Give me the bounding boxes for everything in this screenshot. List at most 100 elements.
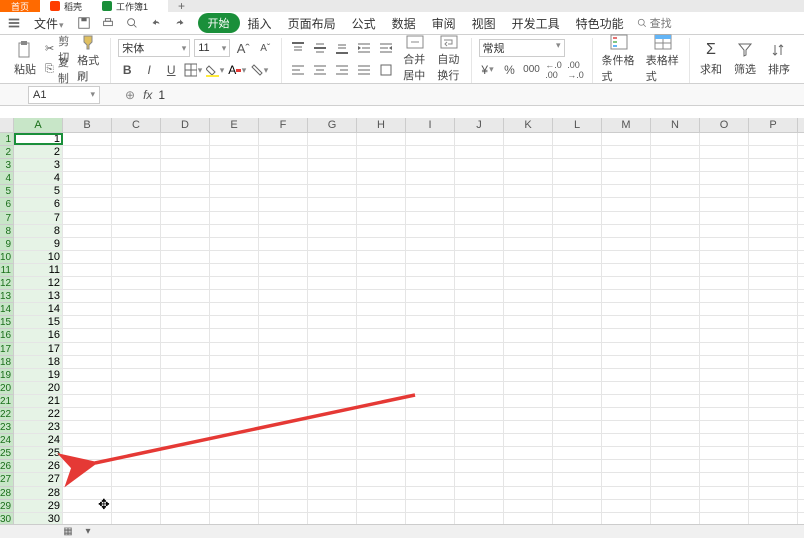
row-header-8[interactable]: 8 [0,225,13,238]
column-header-P[interactable]: P [749,118,798,132]
cell-L1[interactable] [553,133,602,145]
cell-G23[interactable] [308,421,357,433]
cell-P2[interactable] [749,146,798,158]
cell-I30[interactable] [406,513,455,524]
cell-O11[interactable] [700,264,749,276]
cell-G14[interactable] [308,303,357,315]
cell-K10[interactable] [504,251,553,263]
cell-P22[interactable] [749,408,798,420]
cell-K27[interactable] [504,473,553,485]
row-header-2[interactable]: 2 [0,146,13,159]
cell-F12[interactable] [259,277,308,289]
cell-J2[interactable] [455,146,504,158]
cell-B26[interactable] [63,460,112,472]
cell-E11[interactable] [210,264,259,276]
cell-F16[interactable] [259,329,308,341]
cell-P12[interactable] [749,277,798,289]
row-header-3[interactable]: 3 [0,159,13,172]
cell-O22[interactable] [700,408,749,420]
align-left-button[interactable] [289,61,307,79]
cell-P17[interactable] [749,343,798,355]
cell-D12[interactable] [161,277,210,289]
cell-M28[interactable] [602,487,651,499]
cell-N12[interactable] [651,277,700,289]
cell-A17[interactable]: 17 [14,343,63,355]
cell-P7[interactable] [749,212,798,224]
cell-C30[interactable] [112,513,161,524]
cell-K2[interactable] [504,146,553,158]
cell-P6[interactable] [749,198,798,210]
cell-I1[interactable] [406,133,455,145]
cell-I23[interactable] [406,421,455,433]
format-painter-button[interactable]: 格式刷 [72,38,106,80]
cell-J12[interactable] [455,277,504,289]
cell-N30[interactable] [651,513,700,524]
cell-J20[interactable] [455,382,504,394]
cell-D24[interactable] [161,434,210,446]
column-header-K[interactable]: K [504,118,553,132]
cell-D6[interactable] [161,198,210,210]
cell-N24[interactable] [651,434,700,446]
cell-B21[interactable] [63,395,112,407]
menu-data[interactable]: 数据 [384,12,424,35]
cell-E17[interactable] [210,343,259,355]
cell-A30[interactable]: 30 [14,513,63,524]
cell-O28[interactable] [700,487,749,499]
cell-M11[interactable] [602,264,651,276]
cell-P4[interactable] [749,172,798,184]
cell-M2[interactable] [602,146,651,158]
cell-H28[interactable] [357,487,406,499]
cell-L19[interactable] [553,369,602,381]
cell-P9[interactable] [749,238,798,250]
comma-button[interactable]: 000 [523,61,541,79]
cell-D9[interactable] [161,238,210,250]
cell-P21[interactable] [749,395,798,407]
row-header-11[interactable]: 11 [0,264,13,277]
cell-A4[interactable]: 4 [14,172,63,184]
menu-features[interactable]: 特色功能 [568,12,632,35]
cell-H16[interactable] [357,329,406,341]
cell-D23[interactable] [161,421,210,433]
cell-P26[interactable] [749,460,798,472]
cell-P3[interactable] [749,159,798,171]
cell-F28[interactable] [259,487,308,499]
cell-B12[interactable] [63,277,112,289]
cell-L3[interactable] [553,159,602,171]
cell-G3[interactable] [308,159,357,171]
row-header-26[interactable]: 26 [0,460,13,473]
cell-F25[interactable] [259,447,308,459]
cell-D1[interactable] [161,133,210,145]
table-style-button[interactable]: 表格样式 [641,38,685,80]
menu-devtools[interactable]: 开发工具 [504,12,568,35]
cell-C26[interactable] [112,460,161,472]
cell-A29[interactable]: 29 [14,500,63,512]
cell-E21[interactable] [210,395,259,407]
cell-O2[interactable] [700,146,749,158]
cell-L4[interactable] [553,172,602,184]
cell-F30[interactable] [259,513,308,524]
column-header-I[interactable]: I [406,118,455,132]
row-header-29[interactable]: 29 [0,500,13,513]
cell-J15[interactable] [455,316,504,328]
menu-page-layout[interactable]: 页面布局 [280,12,344,35]
cell-G18[interactable] [308,356,357,368]
cell-L13[interactable] [553,290,602,302]
cell-M16[interactable] [602,329,651,341]
cell-H12[interactable] [357,277,406,289]
cell-H2[interactable] [357,146,406,158]
cell-F8[interactable] [259,225,308,237]
cell-I7[interactable] [406,212,455,224]
cell-I6[interactable] [406,198,455,210]
sheet-options-icon[interactable]: ▦ [60,526,76,538]
cell-N10[interactable] [651,251,700,263]
cell-E29[interactable] [210,500,259,512]
cell-K12[interactable] [504,277,553,289]
cell-H8[interactable] [357,225,406,237]
cell-B1[interactable] [63,133,112,145]
cell-G20[interactable] [308,382,357,394]
cell-M14[interactable] [602,303,651,315]
cell-F19[interactable] [259,369,308,381]
cell-N25[interactable] [651,447,700,459]
cell-A14[interactable]: 14 [14,303,63,315]
cell-K22[interactable] [504,408,553,420]
